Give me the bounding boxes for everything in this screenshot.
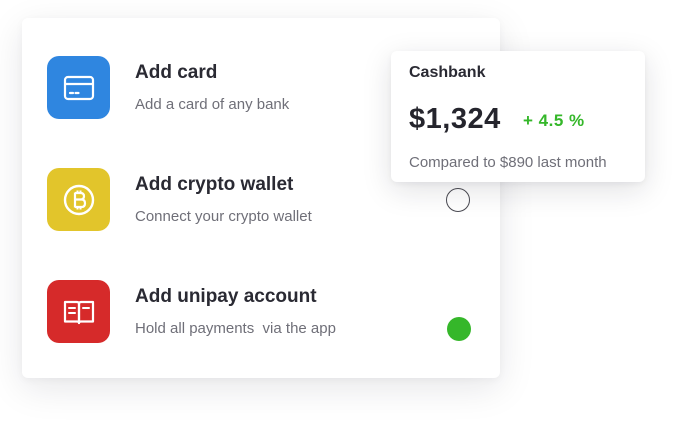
unipay-account-radio[interactable] [447,317,471,341]
option-title: Add card [135,62,218,83]
cashbank-change-badge: + 4.5 % [523,111,585,130]
credit-card-icon [47,56,110,119]
cashbank-compare-text: Compared to $890 last month [409,154,607,171]
cashbank-amount: $1,324 [409,103,501,135]
option-add-unipay-account[interactable]: Add unipay account Hold all payments via… [47,280,487,344]
book-icon-graphic [63,300,94,324]
option-title: Add unipay account [135,286,317,307]
option-title: Add crypto wallet [135,174,294,195]
option-subtitle: Add a card of any bank [135,96,290,113]
credit-card-icon-graphic [63,75,94,100]
cashbank-card: Cashbank $1,324 + 4.5 % Compared to $890… [391,51,645,182]
option-subtitle: Hold all payments via the app [135,320,336,337]
bitcoin-icon-graphic [63,184,94,215]
crypto-wallet-radio[interactable] [446,188,470,212]
book-icon [47,280,110,343]
cashbank-title: Cashbank [409,64,486,81]
option-subtitle: Connect your crypto wallet [135,208,312,225]
bitcoin-icon [47,168,110,231]
